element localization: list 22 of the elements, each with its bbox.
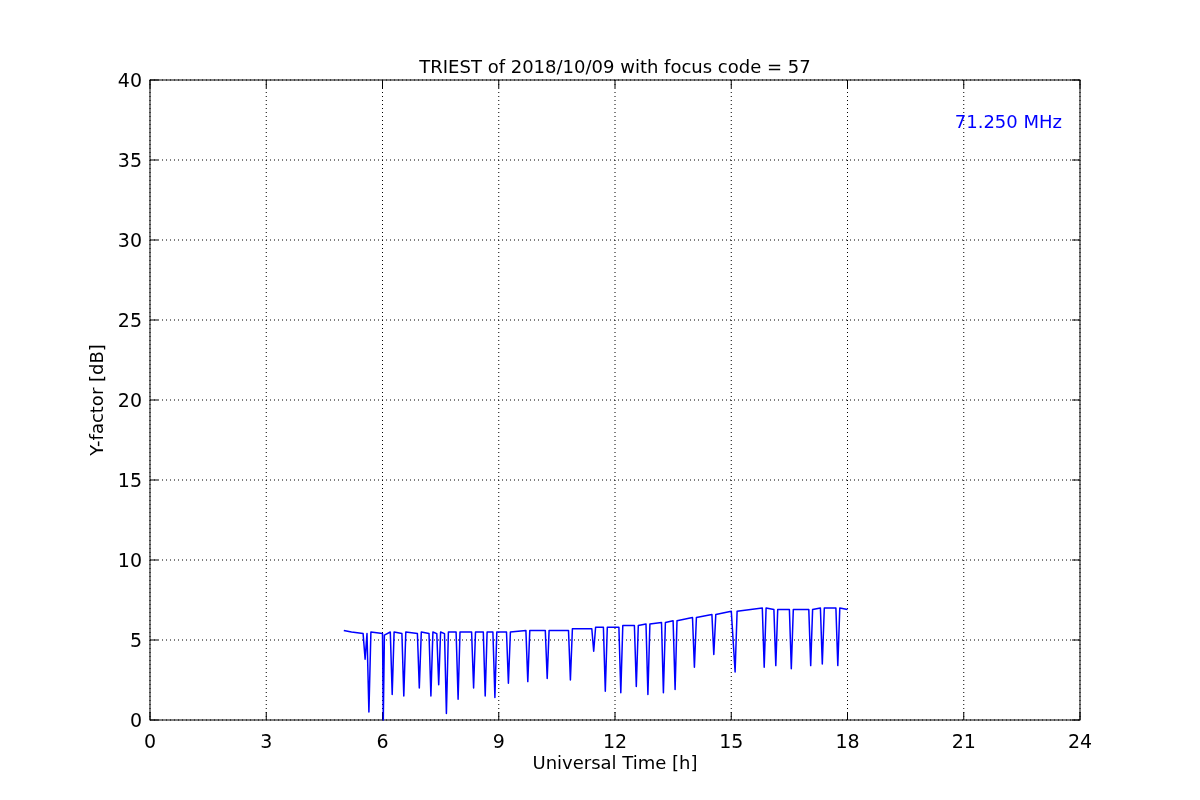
x-tick-label: 12 [602, 730, 628, 752]
x-tick-label: 15 [719, 730, 744, 752]
y-tick-label: 30 [117, 229, 142, 251]
y-tick-label: 20 [117, 389, 142, 411]
x-tick-label: 0 [143, 730, 157, 752]
y-tick-label: 0 [129, 709, 142, 731]
x-tick-label: 9 [492, 730, 505, 752]
x-tick-label: 6 [376, 730, 389, 752]
y-tick-label: 40 [117, 69, 142, 91]
y-tick-label: 10 [117, 549, 142, 571]
y-tick-label: 25 [117, 309, 142, 331]
x-tick-label: 21 [951, 730, 976, 752]
y-tick-label: 15 [117, 469, 142, 491]
y-axis-label: Y-factor [dB] [86, 344, 107, 456]
x-tick-label: 18 [835, 730, 860, 752]
chart-title: TRIEST of 2018/10/09 with focus code = 57 [419, 56, 811, 77]
series-label: 71.250 MHz [954, 111, 1062, 132]
x-tick-label: 3 [260, 730, 273, 752]
y-tick-label: 35 [117, 149, 142, 171]
x-axis-label: Universal Time [h] [532, 752, 698, 773]
y-tick-label: 5 [129, 629, 142, 651]
x-tick-label: 24 [1067, 730, 1093, 752]
